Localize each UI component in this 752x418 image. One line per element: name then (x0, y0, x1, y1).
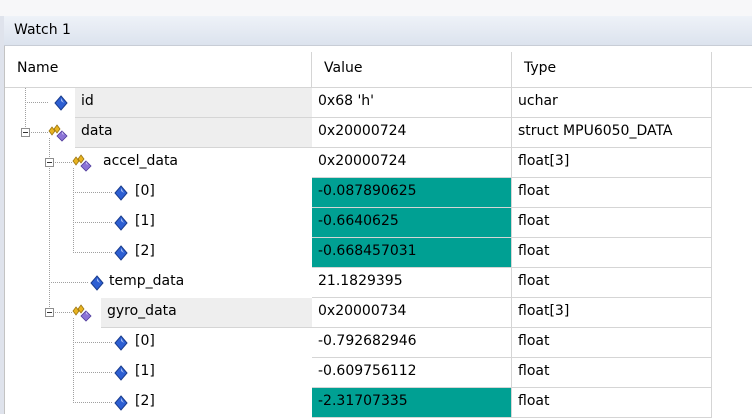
variable-diamond-icon (90, 275, 104, 291)
type-cell: float[3] (512, 298, 712, 328)
type-cell: float (512, 208, 712, 238)
watch-row-accel-0[interactable]: [0] -0.087890625 float (5, 178, 752, 208)
type-cell: float (512, 238, 712, 268)
row-name: [2] (135, 243, 155, 259)
type-cell: float (512, 328, 712, 358)
column-header-row: Name Value Type (5, 52, 752, 88)
row-name: accel_data (103, 153, 179, 169)
struct-icon (72, 154, 92, 172)
watch-window-titlebar[interactable]: Watch 1 (4, 16, 752, 46)
collapse-toggle[interactable] (45, 308, 54, 317)
row-name: [1] (135, 363, 155, 379)
column-header-filler (712, 52, 752, 88)
collapse-toggle[interactable] (21, 128, 30, 137)
variable-diamond-icon (114, 365, 128, 381)
watch-grid[interactable]: Name Value Type id 0x68 'h' uchar data 0… (4, 46, 752, 418)
row-name: [1] (135, 213, 155, 229)
type-cell: float (512, 268, 712, 298)
value-cell-changed[interactable]: -0.668457031 (312, 238, 512, 268)
value-cell-changed[interactable]: -0.6640625 (312, 208, 512, 238)
type-cell: float[3] (512, 148, 712, 178)
window-title: Watch 1 (14, 22, 71, 38)
value-cell[interactable]: -0.609756112 (312, 358, 512, 388)
watch-row-accel-2[interactable]: [2] -0.668457031 float (5, 238, 752, 268)
type-cell: float (512, 178, 712, 208)
row-name: gyro_data (107, 303, 177, 319)
top-strip (0, 0, 752, 16)
watch-row-data[interactable]: data 0x20000724 struct MPU6050_DATA (5, 118, 752, 148)
variable-diamond-icon (114, 215, 128, 231)
type-cell: uchar (512, 88, 712, 118)
struct-icon (72, 304, 92, 322)
column-header-type[interactable]: Type (512, 52, 712, 88)
type-cell: struct MPU6050_DATA (512, 118, 712, 148)
watch-row-gyro-1[interactable]: [1] -0.609756112 float (5, 358, 752, 388)
row-name: data (81, 123, 113, 139)
value-cell[interactable]: 0x20000724 (312, 118, 512, 148)
variable-diamond-icon (114, 245, 128, 261)
watch-row-accel-data[interactable]: accel_data 0x20000724 float[3] (5, 148, 752, 178)
variable-diamond-icon (114, 395, 128, 411)
watch-row-gyro-data[interactable]: gyro_data 0x20000734 float[3] (5, 298, 752, 328)
row-name: [2] (135, 393, 155, 409)
watch-row-accel-1[interactable]: [1] -0.6640625 float (5, 208, 752, 238)
variable-diamond-icon (114, 335, 128, 351)
watch-row-temp-data[interactable]: temp_data 21.1829395 float (5, 268, 752, 298)
row-name: id (81, 93, 94, 109)
value-cell[interactable]: 0x20000724 (312, 148, 512, 178)
value-cell-changed[interactable]: -0.087890625 (312, 178, 512, 208)
type-cell: float (512, 358, 712, 388)
value-cell[interactable]: -0.792682946 (312, 328, 512, 358)
column-header-value[interactable]: Value (312, 52, 512, 88)
row-name: [0] (135, 333, 155, 349)
value-cell[interactable]: 0x68 'h' (312, 88, 512, 118)
variable-diamond-icon (54, 95, 68, 111)
value-cell[interactable]: 0x20000734 (312, 298, 512, 328)
collapse-toggle[interactable] (45, 158, 54, 167)
row-name: temp_data (109, 273, 185, 289)
watch-row-id[interactable]: id 0x68 'h' uchar (5, 88, 752, 118)
name-highlight (75, 88, 312, 118)
watch-row-gyro-0[interactable]: [0] -0.792682946 float (5, 328, 752, 358)
value-cell[interactable]: 21.1829395 (312, 268, 512, 298)
row-name: [0] (135, 183, 155, 199)
variable-diamond-icon (114, 185, 128, 201)
struct-icon (48, 124, 68, 142)
column-header-name[interactable]: Name (5, 52, 312, 88)
